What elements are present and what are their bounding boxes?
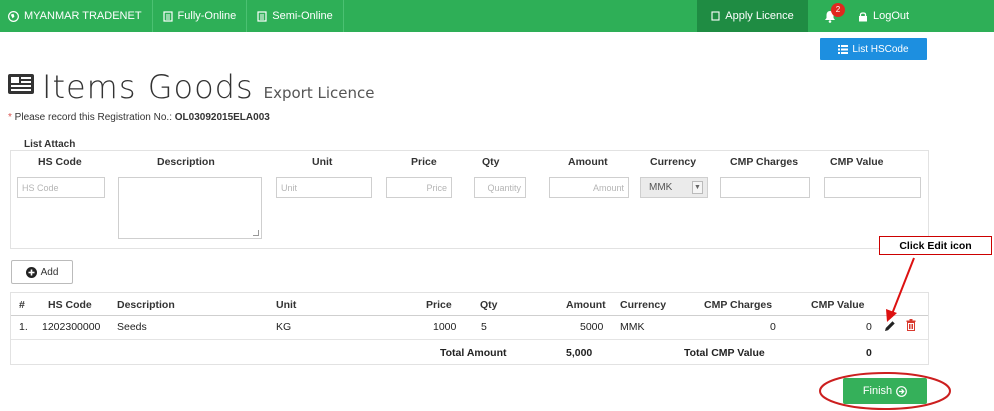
nav-divider bbox=[342, 0, 344, 32]
list-attach-label: List Attach bbox=[24, 139, 76, 150]
entry-header-price: Price bbox=[411, 156, 437, 168]
col-header-currency: Currency bbox=[620, 299, 667, 311]
row-cmp-charges: 0 bbox=[770, 321, 776, 333]
chevron-down-icon: ▼ bbox=[692, 181, 703, 194]
description-textarea[interactable] bbox=[118, 177, 262, 239]
finish-button[interactable]: Finish bbox=[843, 378, 927, 404]
required-mark: * bbox=[8, 112, 15, 123]
currency-selected: MMK bbox=[649, 182, 673, 193]
notice-text: Please record this Registration No.: bbox=[14, 112, 175, 123]
row-num: 1. bbox=[19, 321, 28, 333]
apply-licence-label: Apply Licence bbox=[725, 10, 794, 22]
entry-header-cmp-charges: CMP Charges bbox=[730, 156, 799, 168]
logout-label: LogOut bbox=[873, 10, 910, 22]
document-icon bbox=[162, 10, 173, 22]
apply-licence-button[interactable]: Apply Licence bbox=[697, 0, 808, 32]
col-header-hs-code: HS Code bbox=[48, 299, 92, 311]
unit-input[interactable]: Unit bbox=[276, 177, 372, 198]
list-hscode-label: List HSCode bbox=[852, 43, 909, 55]
nav-semi-online[interactable]: Semi-Online bbox=[247, 0, 343, 32]
entry-header-currency: Currency bbox=[650, 156, 697, 168]
edit-icon-callout: Click Edit icon bbox=[879, 236, 992, 255]
list-hscode-button[interactable]: List HSCode bbox=[820, 38, 927, 60]
col-header-cmp-charges: CMP Charges bbox=[704, 299, 773, 311]
col-header-amount: Amount bbox=[566, 299, 606, 311]
col-header-num: # bbox=[19, 299, 25, 311]
document-icon bbox=[257, 10, 267, 22]
page-title: Items Goods Export Licence bbox=[8, 68, 374, 106]
page-subtitle: Export Licence bbox=[263, 84, 375, 102]
quantity-placeholder: Quantity bbox=[487, 182, 521, 193]
row-divider bbox=[11, 339, 928, 340]
quantity-input[interactable]: Quantity bbox=[474, 177, 526, 198]
lock-icon bbox=[859, 11, 867, 21]
col-header-price: Price bbox=[426, 299, 452, 311]
brand-label: MYANMAR TRADENET bbox=[24, 10, 142, 22]
nav-semi-online-label: Semi-Online bbox=[272, 10, 333, 22]
price-placeholder: Price bbox=[426, 182, 447, 193]
hs-code-input[interactable]: HS Code bbox=[17, 177, 105, 198]
brand-link[interactable]: MYANMAR TRADENET bbox=[0, 0, 152, 32]
col-header-qty: Qty bbox=[480, 299, 498, 311]
add-label: Add bbox=[40, 266, 59, 278]
total-amount-label: Total Amount bbox=[440, 347, 507, 359]
cmp-charges-input[interactable] bbox=[720, 177, 810, 198]
hs-code-placeholder: HS Code bbox=[22, 182, 59, 193]
entry-header-description: Description bbox=[157, 156, 215, 168]
trash-icon[interactable] bbox=[906, 319, 916, 331]
registration-notice: * Please record this Registration No.: O… bbox=[8, 112, 270, 123]
globe-icon bbox=[8, 10, 19, 22]
total-cmp-label: Total CMP Value bbox=[684, 347, 765, 359]
entry-header-qty: Qty bbox=[482, 156, 500, 168]
page-title-text: Items Goods bbox=[42, 68, 254, 106]
add-item-button[interactable]: Add bbox=[11, 260, 73, 284]
row-price: 1000 bbox=[433, 321, 457, 333]
currency-select[interactable]: MMK ▼ bbox=[640, 177, 708, 198]
file-icon bbox=[711, 11, 720, 21]
row-amount: 5000 bbox=[580, 321, 604, 333]
unit-placeholder: Unit bbox=[281, 182, 298, 193]
entry-header-hs-code: HS Code bbox=[38, 156, 82, 168]
col-header-unit: Unit bbox=[276, 299, 297, 311]
arrow-circle-right-icon bbox=[896, 385, 908, 397]
amount-placeholder: Amount bbox=[592, 182, 624, 193]
col-header-cmp-value: CMP Value bbox=[811, 299, 865, 311]
header-divider bbox=[11, 315, 928, 316]
edit-icon[interactable] bbox=[884, 320, 896, 332]
row-qty: 5 bbox=[481, 321, 487, 333]
nav-fully-online[interactable]: Fully-Online bbox=[153, 0, 247, 32]
amount-input[interactable]: Amount bbox=[549, 177, 629, 198]
notifications-button[interactable]: 2 bbox=[815, 0, 845, 32]
row-cmp-value: 0 bbox=[866, 321, 872, 333]
list-icon bbox=[838, 44, 849, 54]
nav-fully-online-label: Fully-Online bbox=[177, 10, 237, 22]
row-description: Seeds bbox=[117, 321, 147, 333]
plus-circle-icon bbox=[25, 266, 37, 278]
entry-header-amount: Amount bbox=[568, 156, 608, 168]
row-hs-code: 1202300000 bbox=[42, 321, 101, 333]
finish-label: Finish bbox=[862, 385, 893, 397]
row-currency: MMK bbox=[620, 321, 645, 333]
row-unit: KG bbox=[276, 321, 292, 333]
total-cmp-value: 0 bbox=[866, 347, 872, 359]
notification-badge: 2 bbox=[831, 3, 845, 17]
price-input[interactable]: Price bbox=[386, 177, 452, 198]
col-header-description: Description bbox=[117, 299, 175, 311]
top-navbar: MYANMAR TRADENET Fully-Online Semi-Onlin… bbox=[0, 0, 994, 32]
logout-button[interactable]: LogOut bbox=[848, 0, 928, 32]
cmp-value-input[interactable] bbox=[824, 177, 921, 198]
registration-number: OL03092015ELA003 bbox=[174, 112, 270, 123]
entry-header-cmp-value: CMP Value bbox=[830, 156, 884, 168]
total-amount-value: 5,000 bbox=[566, 347, 593, 359]
newspaper-icon bbox=[8, 74, 34, 94]
resize-grip[interactable] bbox=[253, 230, 259, 236]
entry-header-unit: Unit bbox=[312, 156, 333, 168]
